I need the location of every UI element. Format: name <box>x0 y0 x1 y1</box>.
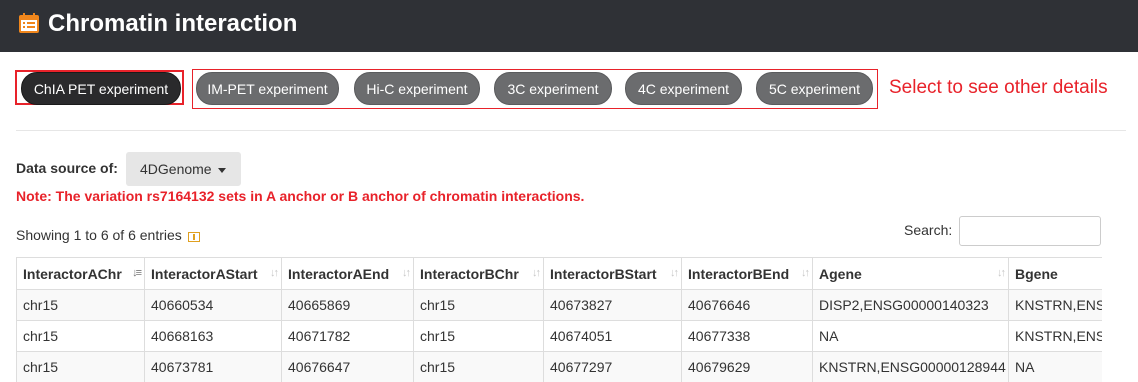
table-cell: 40679629 <box>681 351 813 382</box>
column-header-label: InteractorAChr <box>23 265 122 282</box>
table-cell: chr15 <box>413 289 544 321</box>
table-cell: 40660534 <box>144 289 282 321</box>
table-cell: DISP2,ENSG00000140323 <box>812 289 1009 321</box>
3c-experiment-button[interactable]: 3C experiment <box>494 72 612 105</box>
column-header-label: InteractorBChr <box>420 265 519 282</box>
search-label: Search: <box>904 222 953 238</box>
data-source-label: Data source of: <box>16 160 118 176</box>
table-cell: chr15 <box>16 351 145 382</box>
table-cell: chr15 <box>16 320 145 352</box>
column-header-label: InteractorBEnd <box>688 265 790 282</box>
column-header[interactable]: InteractorBStart ↓↑ <box>543 257 682 290</box>
hi-c-experiment-button[interactable]: Hi-C experiment <box>354 72 480 105</box>
entries-info: Showing 1 to 6 of 6 entries <box>16 227 200 243</box>
column-header-label: InteractorBStart <box>550 265 657 282</box>
column-header-label: Agene <box>819 265 862 282</box>
table-cell: 40677297 <box>543 351 682 382</box>
select-callout: Select to see other details <box>889 77 1108 98</box>
table-cell: 40668163 <box>144 320 282 352</box>
im-pet-experiment-button[interactable]: IM-PET experiment <box>196 72 339 105</box>
table-cell: 40674051 <box>543 320 682 352</box>
export-icon[interactable] <box>187 232 200 242</box>
calendar-list-icon <box>19 13 39 33</box>
column-header[interactable]: InteractorAEnd ↓↑ <box>281 257 414 290</box>
column-header[interactable]: Agene ↓↑ <box>812 257 1009 290</box>
sort-asc-icon: ↓≡ <box>132 267 142 279</box>
column-header[interactable]: InteractorAStart ↓↑ <box>144 257 282 290</box>
interaction-table: InteractorAChr ↓≡ InteractorAStart ↓↑ Inte… <box>16 257 1102 382</box>
column-header[interactable]: InteractorAChr ↓≡ <box>16 257 145 290</box>
page-header: Chromatin interaction <box>0 0 1138 52</box>
table-cell: 40676646 <box>681 289 813 321</box>
entries-info-text: Showing 1 to 6 of 6 entries <box>16 227 182 243</box>
table-row: chr15 40660534 40665869 chr15 40673827 4… <box>16 289 1102 321</box>
sort-icon: ↓↑ <box>270 267 279 279</box>
table-cell: 40673827 <box>543 289 682 321</box>
table-cell: KNSTRN,ENSG00000128944 <box>812 351 1009 382</box>
table-header-row: InteractorAChr ↓≡ InteractorAStart ↓↑ Inte… <box>16 257 1102 290</box>
table-cell: KNSTRN,ENS <box>1008 289 1102 321</box>
data-source-value: 4DGenome <box>140 161 212 177</box>
column-header-label: Bgene <box>1015 265 1058 282</box>
table-cell: 40677338 <box>681 320 813 352</box>
table-cell: chr15 <box>413 320 544 352</box>
table-row: chr15 40668163 40671782 chr15 40674051 4… <box>16 320 1102 352</box>
table-cell: 40665869 <box>281 289 414 321</box>
table-cell: chr15 <box>413 351 544 382</box>
column-header-label: InteractorAStart <box>151 265 258 282</box>
sort-icon: ↓↑ <box>402 267 411 279</box>
chia-pet-experiment-button[interactable]: ChIA PET experiment <box>21 72 181 105</box>
variation-note: Note: The variation rs7164132 sets in A … <box>16 188 585 204</box>
data-source-dropdown[interactable]: 4DGenome <box>126 152 241 186</box>
sort-icon: ↓↑ <box>670 267 679 279</box>
sort-icon: ↓↑ <box>997 267 1006 279</box>
search-input[interactable] <box>959 216 1101 246</box>
caret-down-icon <box>217 167 226 173</box>
column-header[interactable]: InteractorBEnd ↓↑ <box>681 257 813 290</box>
table-row: chr15 40673781 40676647 chr15 40677297 4… <box>16 351 1102 382</box>
sort-icon: ↓↑ <box>801 267 810 279</box>
table-cell: 40671782 <box>281 320 414 352</box>
page-title: Chromatin interaction <box>48 10 298 37</box>
table-cell: 40673781 <box>144 351 282 382</box>
column-header[interactable]: Bgene <box>1008 257 1102 290</box>
4c-experiment-button[interactable]: 4C experiment <box>625 72 742 105</box>
interaction-table-wrapper: InteractorAChr ↓≡ InteractorAStart ↓↑ Inte… <box>16 257 1102 382</box>
divider <box>16 130 1126 131</box>
5c-experiment-button[interactable]: 5C experiment <box>756 72 873 105</box>
column-header[interactable]: InteractorBChr ↓↑ <box>413 257 544 290</box>
table-cell: KNSTRN,ENS <box>1008 320 1102 352</box>
table-cell: chr15 <box>16 289 145 321</box>
table-cell: NA <box>1008 351 1102 382</box>
table-cell: NA <box>812 320 1009 352</box>
table-cell: 40676647 <box>281 351 414 382</box>
column-header-label: InteractorAEnd <box>288 265 390 282</box>
sort-icon: ↓↑ <box>532 267 541 279</box>
